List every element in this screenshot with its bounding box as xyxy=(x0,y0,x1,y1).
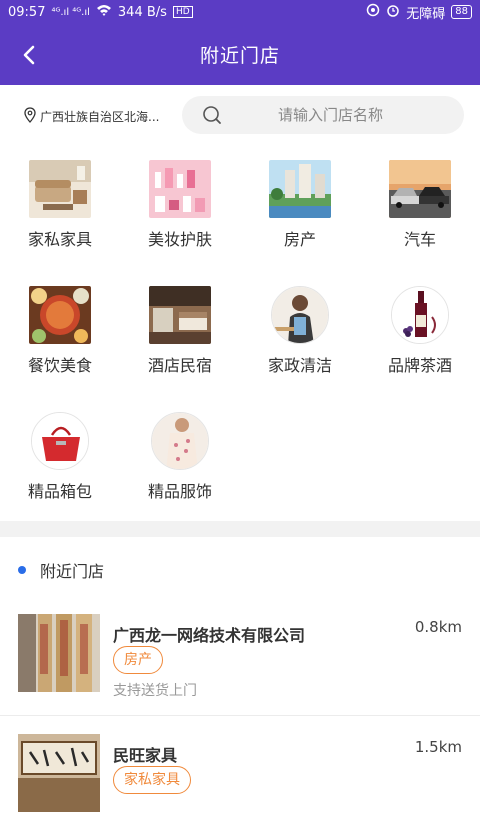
category-label: 精品箱包 xyxy=(27,482,92,501)
location-selector[interactable]: 广西壮族自治区北海... xyxy=(24,107,164,126)
clothing-icon xyxy=(151,412,209,470)
location-pin-icon xyxy=(24,107,36,126)
page-title: 附近门店 xyxy=(199,45,280,67)
hotel-icon xyxy=(149,286,211,344)
category-label: 品牌茶酒 xyxy=(387,356,452,375)
store-name: 民旺家具 xyxy=(113,746,178,765)
store-distance: 0.8km xyxy=(414,618,462,636)
store-category-tag: 家私家具 xyxy=(113,766,191,794)
category-label: 汽车 xyxy=(403,230,436,249)
nearby-section-title: 附近门店 xyxy=(40,562,105,581)
bullet-dot-icon xyxy=(18,566,26,574)
list-divider xyxy=(0,715,480,716)
category-label: 精品服饰 xyxy=(147,482,212,501)
battery-icon: 88 xyxy=(451,5,472,19)
search-row: 广西壮族自治区北海... xyxy=(0,85,480,145)
category-bag[interactable]: 精品箱包 xyxy=(0,412,120,512)
screen-record-icon xyxy=(366,3,380,21)
category-label: 家政清洁 xyxy=(267,356,332,375)
store-item[interactable]: 民旺家具 1.5km 家私家具 xyxy=(0,734,480,838)
nav-bar: 附近门店 xyxy=(0,24,480,85)
store-item[interactable]: 广西龙一网络技术有限公司 0.8km 房产 支持送货上门 xyxy=(0,614,480,718)
section-divider xyxy=(0,521,480,537)
bag-icon xyxy=(31,412,89,470)
cleaning-icon xyxy=(271,286,329,344)
car-icon xyxy=(389,160,451,218)
store-thumbnail xyxy=(18,614,100,692)
furniture-icon xyxy=(29,160,91,218)
network-speed: 344 B/s xyxy=(117,4,167,20)
category-label: 房产 xyxy=(283,230,316,249)
wifi-icon xyxy=(96,4,112,20)
category-label: 美妆护肤 xyxy=(147,230,212,249)
store-search-input[interactable] xyxy=(182,96,464,134)
nearby-section-header: 附近门店 xyxy=(18,558,104,582)
signal-icon: ⁴ᴳ.ıl ⁴ᴳ.ıl xyxy=(51,6,90,18)
wine-icon xyxy=(391,286,449,344)
store-category-tag: 房产 xyxy=(113,646,163,674)
accessibility-label: 无障碍 xyxy=(406,6,446,22)
location-text: 广西壮族自治区北海... xyxy=(40,110,160,124)
food-icon xyxy=(29,286,91,344)
search-icon xyxy=(202,105,222,129)
cosmetics-icon xyxy=(149,160,211,218)
category-food[interactable]: 餐饮美食 xyxy=(0,286,120,386)
store-distance: 1.5km xyxy=(414,738,462,756)
category-real-estate[interactable]: 房产 xyxy=(240,160,360,260)
category-clothing[interactable]: 精品服饰 xyxy=(120,412,240,512)
category-label: 家私家具 xyxy=(27,230,92,249)
store-service-note: 支持送货上门 xyxy=(113,683,197,699)
back-button[interactable] xyxy=(12,38,46,72)
category-label: 餐饮美食 xyxy=(27,356,92,375)
category-hotel[interactable]: 酒店民宿 xyxy=(120,286,240,386)
hd-badge: HD xyxy=(172,6,193,18)
status-bar: 09:57 ⁴ᴳ.ıl ⁴ᴳ.ıl 344 B/s HD 无障碍 88 xyxy=(0,0,480,24)
back-arrow-icon xyxy=(23,45,35,65)
status-time: 09:57 xyxy=(8,4,46,20)
store-thumbnail xyxy=(18,734,100,812)
store-name: 广西龙一网络技术有限公司 xyxy=(113,626,306,645)
category-car[interactable]: 汽车 xyxy=(360,160,480,260)
category-wine[interactable]: 品牌茶酒 xyxy=(360,286,480,386)
category-furniture[interactable]: 家私家具 xyxy=(0,160,120,260)
category-label: 酒店民宿 xyxy=(147,356,212,375)
real-estate-icon xyxy=(269,160,331,218)
alarm-icon xyxy=(386,3,400,21)
category-cleaning[interactable]: 家政清洁 xyxy=(240,286,360,386)
search-box[interactable] xyxy=(182,96,464,134)
category-cosmetics[interactable]: 美妆护肤 xyxy=(120,160,240,260)
